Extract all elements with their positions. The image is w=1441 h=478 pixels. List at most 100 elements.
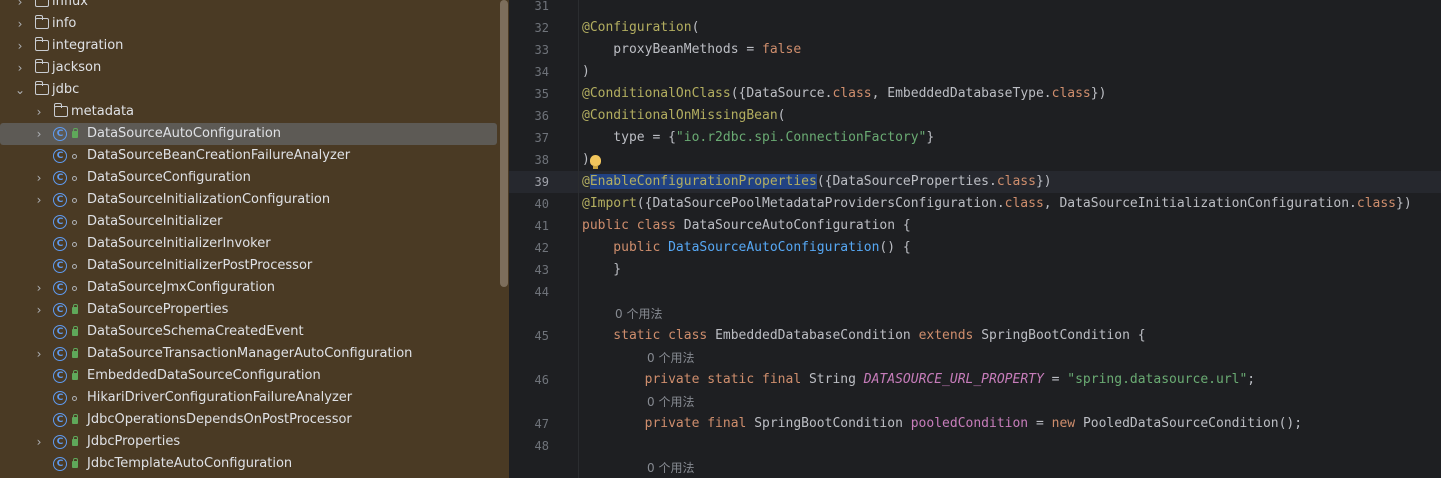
tree-item[interactable]: › info — [0, 13, 497, 35]
usage-hint[interactable]: 0 个用法 — [647, 391, 694, 413]
code-token: = — [1028, 416, 1052, 431]
code-line[interactable]: type = {"io.r2dbc.spi.ConnectionFactory"… — [582, 127, 934, 149]
code-line[interactable]: ) — [582, 149, 590, 171]
code-token: , DataSourceInitializationConfiguration. — [1043, 196, 1357, 211]
code-token: ) — [582, 64, 590, 79]
code-line[interactable]: } — [582, 259, 621, 281]
code-token: class — [996, 174, 1036, 189]
tree-item-label: influx — [52, 0, 88, 9]
tree-item[interactable]: C DataSourceInitializerInvoker — [0, 233, 497, 255]
tree-item[interactable]: › C DataSourceAutoConfiguration — [0, 123, 497, 145]
code-token: @ — [582, 174, 590, 189]
folder-icon — [34, 81, 49, 95]
code-token: DataSourceAutoConfiguration — [668, 240, 880, 255]
usage-hint[interactable]: 0 个用法 — [647, 457, 694, 478]
code-line[interactable]: @Import({DataSourcePoolMetadataProviders… — [582, 193, 1412, 215]
tree-item[interactable]: C EmbeddedDataSourceConfiguration — [0, 365, 497, 387]
tree-item[interactable]: › C JdbcProperties — [0, 431, 497, 453]
chevron-right-icon[interactable]: › — [33, 123, 45, 145]
code-token: }) — [1396, 196, 1412, 211]
tree-item[interactable]: C DataSourceSchemaCreatedEvent — [0, 321, 497, 343]
code-line[interactable]: proxyBeanMethods = false — [582, 39, 801, 61]
tree-item[interactable]: C DataSourceInitializerPostProcessor — [0, 255, 497, 277]
line-number: 37 — [534, 131, 549, 145]
code-token: EnableConfigurationProperties — [589, 174, 817, 189]
tree-item[interactable]: › integration — [0, 35, 497, 57]
chevron-right-icon[interactable]: › — [33, 277, 45, 299]
code-token: extends — [918, 328, 982, 343]
usage-hint[interactable]: 0 个用法 — [647, 347, 694, 369]
lock-icon — [72, 304, 78, 314]
chevron-right-icon[interactable]: › — [33, 299, 45, 321]
tree-item[interactable]: C DataSourceInitializer — [0, 211, 497, 233]
chevron-right-icon[interactable]: › — [14, 0, 26, 13]
tree-item[interactable]: › C DataSourceConfiguration — [0, 167, 497, 189]
code-line[interactable]: static class EmbeddedDatabaseCondition e… — [582, 325, 1145, 347]
code-line[interactable]: private final SpringBootCondition pooled… — [582, 413, 1302, 435]
tree-item[interactable]: C JdbcTemplateAutoConfiguration — [0, 453, 497, 475]
tree-item[interactable]: C JdbcOperationsDependsOnPostProcessor — [0, 409, 497, 431]
package-private-icon — [72, 220, 77, 225]
tree-item-label: DataSourceInitializer — [87, 214, 223, 229]
line-number: 40 — [534, 197, 549, 211]
code-token: () { — [879, 240, 911, 255]
chevron-right-icon[interactable]: › — [33, 189, 45, 211]
code-line[interactable]: @ConditionalOnClass({DataSource.class, E… — [582, 83, 1106, 105]
chevron-down-icon[interactable]: ⌄ — [14, 79, 26, 101]
class-icon: C — [53, 127, 67, 141]
lightbulb-icon[interactable] — [590, 155, 601, 169]
code-line[interactable]: @ConditionalOnMissingBean( — [582, 105, 786, 127]
code-token: }) — [1035, 174, 1052, 189]
code-token: ({DataSourceProperties. — [816, 174, 997, 189]
chevron-right-icon[interactable]: › — [14, 13, 26, 35]
code-token: ({DataSourcePoolMetadataProvidersConfigu… — [636, 196, 1005, 211]
tree-item-label: DataSourceAutoConfiguration — [87, 126, 282, 141]
chevron-right-icon[interactable]: › — [14, 35, 26, 57]
lock-icon — [72, 370, 78, 380]
tree-scrollbar[interactable] — [500, 0, 508, 287]
usage-hint[interactable]: 0 个用法 — [615, 303, 662, 325]
line-number: 47 — [534, 417, 549, 431]
code-line[interactable]: @EnableConfigurationProperties({DataSour… — [582, 171, 1052, 193]
tree-item[interactable]: C DataSourceBeanCreationFailureAnalyzer — [0, 145, 497, 167]
tree-item[interactable]: › C DataSourceJmxConfiguration — [0, 277, 497, 299]
tree-item-label: JdbcProperties — [87, 434, 181, 449]
chevron-right-icon[interactable]: › — [33, 167, 45, 189]
tree-item[interactable]: › C DataSourceTransactionManagerAutoConfig… — [0, 343, 497, 365]
line-number: 39 — [534, 175, 549, 189]
code-token: @Configuration — [582, 20, 692, 35]
tree-item-label: DataSourceInitializerInvoker — [87, 236, 271, 251]
chevron-right-icon[interactable]: › — [14, 57, 26, 79]
tree-item[interactable]: › metadata — [0, 101, 497, 123]
class-icon: C — [53, 435, 67, 449]
package-private-icon — [72, 198, 77, 203]
code-token: }) — [1090, 86, 1107, 101]
code-line[interactable]: @Configuration( — [582, 17, 699, 39]
code-line[interactable]: ) — [582, 61, 590, 83]
tree-item[interactable]: › C DataSourceInitializationConfiguration — [0, 189, 497, 211]
code-editor[interactable]: 31 32 @Configuration(33 proxyBeanMethods =… — [509, 0, 1441, 478]
code-token: PooledDataSourceCondition(); — [1082, 416, 1303, 431]
line-number: 31 — [534, 0, 549, 13]
tree-item-label: DataSourceInitializationConfiguration — [87, 192, 331, 207]
package-private-icon — [72, 264, 77, 269]
chevron-right-icon[interactable]: › — [33, 101, 45, 123]
chevron-right-icon[interactable]: › — [33, 431, 45, 453]
tree-item-label: DataSourceProperties — [87, 302, 229, 317]
tree-item[interactable]: ⌄ jdbc — [0, 79, 497, 101]
code-token: ({DataSource. — [730, 86, 833, 101]
tree-item[interactable]: › jackson — [0, 57, 497, 79]
tree-item[interactable]: C HikariDriverConfigurationFailureAnalyze… — [0, 387, 497, 409]
code-token: false — [762, 42, 802, 57]
tree-item[interactable]: › influx — [0, 0, 497, 13]
tree-item[interactable]: › C DataSourceProperties — [0, 299, 497, 321]
code-token: = — [1043, 372, 1068, 387]
code-line[interactable]: public DataSourceAutoConfiguration() { — [582, 237, 911, 259]
class-icon: C — [53, 149, 67, 163]
gutter-separator — [578, 0, 579, 478]
class-icon: C — [53, 391, 67, 405]
folder-icon — [34, 15, 49, 29]
chevron-right-icon[interactable]: › — [33, 343, 45, 365]
code-line[interactable]: private static final String DATASOURCE_U… — [582, 369, 1256, 391]
code-line[interactable]: public class DataSourceAutoConfiguration… — [582, 215, 911, 237]
